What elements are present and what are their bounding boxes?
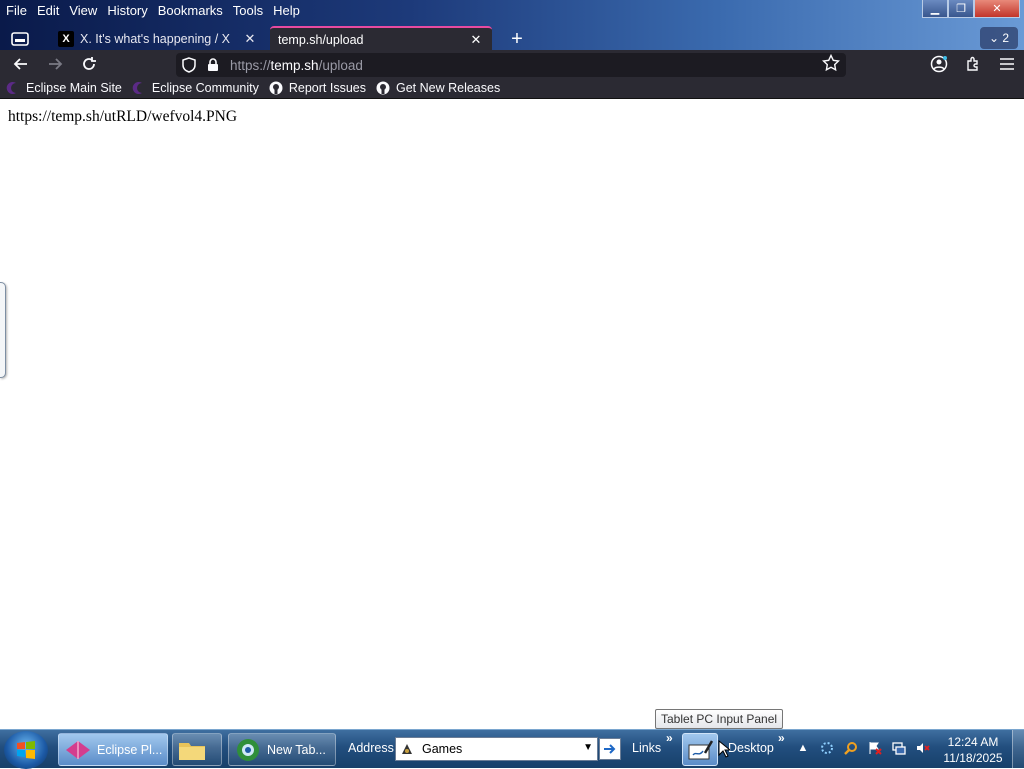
start-button[interactable]	[4, 731, 48, 769]
lock-icon[interactable]	[202, 54, 224, 76]
tablet-pc-input-button[interactable]	[682, 733, 718, 766]
eclipse-logo-icon	[6, 81, 20, 95]
menu-view[interactable]: View	[65, 0, 103, 20]
eclipse-installer-icon	[63, 736, 93, 764]
navigation-toolbar: https://temp.sh/upload	[0, 50, 1024, 78]
menu-bar: File Edit View History Bookmarks Tools H…	[0, 0, 306, 20]
bookmark-star-icon[interactable]	[821, 53, 841, 77]
firefox-view-icon[interactable]	[6, 27, 34, 51]
puzzle-icon	[967, 56, 978, 71]
address-toolbar-input[interactable]: Games ▼	[395, 737, 598, 761]
search-icon[interactable]	[843, 740, 859, 756]
tab-title: temp.sh/upload	[278, 33, 364, 47]
taskbar-eclipse-button[interactable]: Eclipse Pl...	[58, 733, 168, 766]
show-hidden-icons-arrow-icon[interactable]: ▲	[795, 740, 811, 756]
url-text: https://temp.sh/upload	[230, 57, 363, 73]
menu-history[interactable]: History	[103, 0, 153, 20]
hamburger-menu-icon	[1000, 58, 1014, 70]
url-bar[interactable]: https://temp.sh/upload	[176, 53, 846, 77]
forward-button[interactable]	[38, 50, 72, 78]
window-controls: ▁ ❐ ✕	[922, 0, 1020, 18]
window-titlebar: File Edit View History Bookmarks Tools H…	[0, 0, 1024, 52]
go-arrow-icon	[604, 744, 616, 754]
menu-bookmarks[interactable]: Bookmarks	[154, 0, 229, 20]
network-icon[interactable]	[891, 740, 907, 756]
address-go-button[interactable]	[599, 738, 621, 760]
action-center-flag-icon[interactable]	[867, 740, 883, 756]
tab-x[interactable]: X X. It's what's happening / X ✕	[50, 26, 266, 52]
folder-icon	[177, 736, 207, 764]
dropdown-arrow-icon[interactable]: ▼	[583, 742, 593, 753]
taskbar-explorer-button[interactable]	[172, 733, 222, 766]
close-window-button[interactable]: ✕	[974, 0, 1020, 18]
reload-icon	[83, 57, 96, 70]
tab-close-icon[interactable]: ✕	[468, 32, 484, 48]
desktop-toolbar-label[interactable]: Desktop	[728, 741, 774, 755]
tab-count: 2	[1002, 31, 1010, 45]
bookmark-eclipse-community[interactable]: Eclipse Community	[132, 81, 259, 95]
back-arrow-icon	[13, 58, 27, 70]
tab-title: X. It's what's happening / X	[80, 32, 230, 46]
tab-strip: X X. It's what's happening / X ✕ temp.sh…	[0, 24, 1024, 52]
browser-globe-icon	[233, 736, 263, 764]
account-button[interactable]	[922, 50, 956, 78]
forward-arrow-icon	[49, 58, 63, 70]
taskbar-browser-button[interactable]: New Tab...	[228, 733, 336, 766]
back-button[interactable]	[4, 50, 38, 78]
system-tray: ▲	[795, 740, 931, 756]
address-toolbar-label: Address	[348, 741, 394, 755]
page-content: https://temp.sh/utRLD/wefvol4.PNG	[0, 99, 1024, 729]
windows-taskbar: Eclipse Pl... New Tab... Address Games ▼…	[0, 729, 1024, 769]
windows-logo-icon	[17, 741, 35, 759]
tablet-pen-icon	[688, 739, 713, 759]
menu-file[interactable]: File	[2, 0, 33, 20]
mouse-cursor-icon	[718, 740, 730, 758]
tracking-protection-shield-icon[interactable]	[178, 54, 200, 76]
clock-time: 12:24 AM	[947, 735, 999, 749]
chevron-down-icon: ⌄	[988, 31, 1003, 45]
extensions-button[interactable]	[956, 50, 990, 78]
bookmark-report-issues[interactable]: Report Issues	[269, 81, 366, 95]
uploaded-file-url[interactable]: https://temp.sh/utRLD/wefvol4.PNG	[8, 108, 237, 126]
maximize-button[interactable]: ❐	[948, 0, 974, 18]
menu-tools[interactable]: Tools	[229, 0, 269, 20]
tablet-input-panel-tab[interactable]	[0, 282, 6, 378]
eclipse-logo-icon	[132, 81, 146, 95]
tooltip: Tablet PC Input Panel	[655, 709, 784, 729]
games-icon	[400, 742, 418, 756]
links-toolbar-label[interactable]: Links	[632, 741, 661, 755]
loading-spinner-icon[interactable]	[819, 740, 835, 756]
tab-temp-upload[interactable]: temp.sh/upload ✕	[270, 26, 492, 52]
menu-help[interactable]: Help	[269, 0, 306, 20]
links-overflow-chevron-icon[interactable]: »	[666, 731, 673, 745]
desktop-overflow-chevron-icon[interactable]: »	[778, 731, 785, 745]
menu-edit[interactable]: Edit	[33, 0, 65, 20]
bookmark-eclipse-main-site[interactable]: Eclipse Main Site	[6, 81, 122, 95]
new-tab-button[interactable]: +	[506, 29, 528, 51]
bookmarks-toolbar: Eclipse Main Site Eclipse Community Repo…	[0, 78, 1024, 99]
account-icon	[930, 55, 948, 73]
volume-muted-icon[interactable]	[915, 740, 931, 756]
show-desktop-button[interactable]	[1012, 730, 1024, 769]
bookmark-get-new-releases[interactable]: Get New Releases	[376, 81, 500, 95]
github-logo-icon	[269, 81, 283, 95]
minimize-button[interactable]: ▁	[922, 0, 948, 18]
list-all-tabs-button[interactable]: ⌄ 2	[980, 27, 1018, 49]
x-logo-icon: X	[58, 31, 74, 47]
system-clock[interactable]: 12:24 AM 11/18/2025	[940, 734, 1006, 766]
tab-close-icon[interactable]: ✕	[242, 31, 258, 47]
clock-date: 11/18/2025	[943, 751, 1003, 765]
app-menu-button[interactable]	[990, 50, 1024, 78]
reload-button[interactable]	[72, 50, 106, 78]
github-logo-icon	[376, 81, 390, 95]
